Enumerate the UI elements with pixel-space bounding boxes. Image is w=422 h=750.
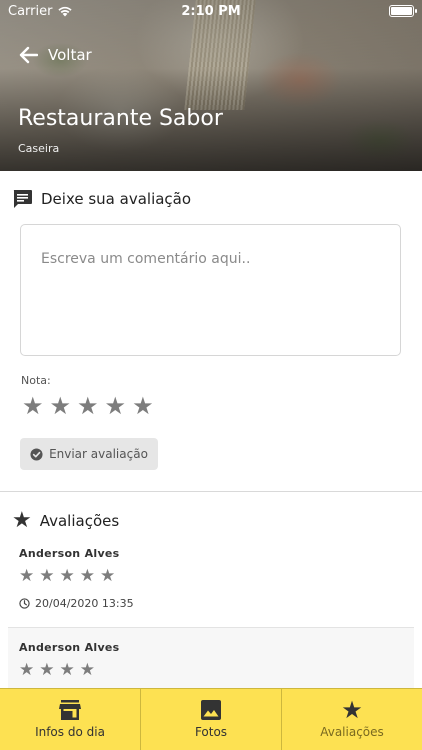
store-icon — [59, 700, 81, 720]
header-overlay — [0, 0, 422, 171]
review-star: ★ — [19, 566, 35, 586]
clock-icon — [19, 598, 30, 609]
review-star: ★ — [100, 566, 116, 586]
tab-bar: Infos do dia Fotos ★ Avaliações — [0, 688, 422, 750]
back-button[interactable]: Voltar — [18, 46, 92, 64]
tab-infos-do-dia-label: Infos do dia — [35, 725, 105, 739]
review-date-row: 20/04/2020 13:35 — [19, 597, 422, 610]
review-form-title: Deixe sua avaliação — [41, 190, 192, 208]
arrow-left-icon — [19, 46, 38, 64]
rating-star-3[interactable]: ★ — [77, 394, 99, 418]
comment-icon — [13, 190, 32, 208]
review-star: ★ — [39, 566, 55, 586]
rating-star-1[interactable]: ★ — [22, 394, 44, 418]
tab-avaliacoes[interactable]: ★ Avaliações — [282, 689, 422, 750]
review-form-heading: Deixe sua avaliação — [12, 189, 191, 209]
tab-infos-do-dia[interactable]: Infos do dia — [0, 689, 141, 750]
rating-star-4[interactable]: ★ — [105, 394, 127, 418]
review-stars: ★ ★ ★ ★ — [19, 662, 422, 679]
tab-fotos[interactable]: Fotos — [141, 689, 282, 750]
header-banner: Carrier 2:10 PM Voltar Restaurante Sabor… — [0, 0, 422, 171]
review-author: Anderson Alves — [19, 641, 120, 654]
tab-avaliacoes-label: Avaliações — [320, 725, 384, 739]
rating-stars[interactable]: ★ ★ ★ ★ ★ — [22, 394, 154, 418]
check-circle-icon — [30, 447, 43, 461]
restaurant-name: Restaurante Sabor — [18, 106, 223, 131]
review-separator — [8, 627, 414, 628]
review-star: ★ — [59, 660, 75, 680]
review-star: ★ — [79, 566, 95, 586]
review-author: Anderson Alves — [19, 547, 120, 560]
status-time: 2:10 PM — [181, 3, 241, 19]
review-item: Anderson Alves ★ ★ ★ ★ ★ 20/04/2020 13:3… — [8, 547, 414, 610]
comment-placeholder: Escreva um comentário aqui.. — [41, 251, 251, 267]
restaurant-category: Caseira — [18, 142, 60, 155]
section-divider — [0, 491, 422, 492]
review-star: ★ — [19, 660, 35, 680]
rating-star-5[interactable]: ★ — [132, 394, 154, 418]
reviews-heading: ★ Avaliações — [12, 510, 119, 532]
back-label: Voltar — [48, 46, 92, 64]
review-date: 20/04/2020 13:35 — [35, 597, 134, 610]
review-star: ★ — [79, 660, 95, 680]
star-icon: ★ — [341, 696, 363, 724]
review-item: Anderson Alves ★ ★ ★ ★ — [8, 641, 414, 679]
status-bar: Carrier 2:10 PM — [0, 0, 422, 22]
image-icon — [201, 700, 221, 720]
battery-icon — [389, 5, 417, 17]
submit-review-label: Enviar avaliação — [49, 447, 148, 461]
review-stars: ★ ★ ★ ★ ★ — [19, 568, 422, 585]
review-star: ★ — [59, 566, 75, 586]
reviews-title: Avaliações — [39, 512, 120, 530]
submit-review-button[interactable]: Enviar avaliação — [20, 438, 158, 470]
star-icon: ★ — [12, 508, 32, 533]
tab-fotos-label: Fotos — [194, 725, 228, 739]
rating-label: Nota: — [21, 374, 51, 387]
review-star: ★ — [39, 660, 55, 680]
comment-input[interactable]: Escreva um comentário aqui.. — [20, 224, 401, 356]
rating-star-2[interactable]: ★ — [50, 394, 72, 418]
